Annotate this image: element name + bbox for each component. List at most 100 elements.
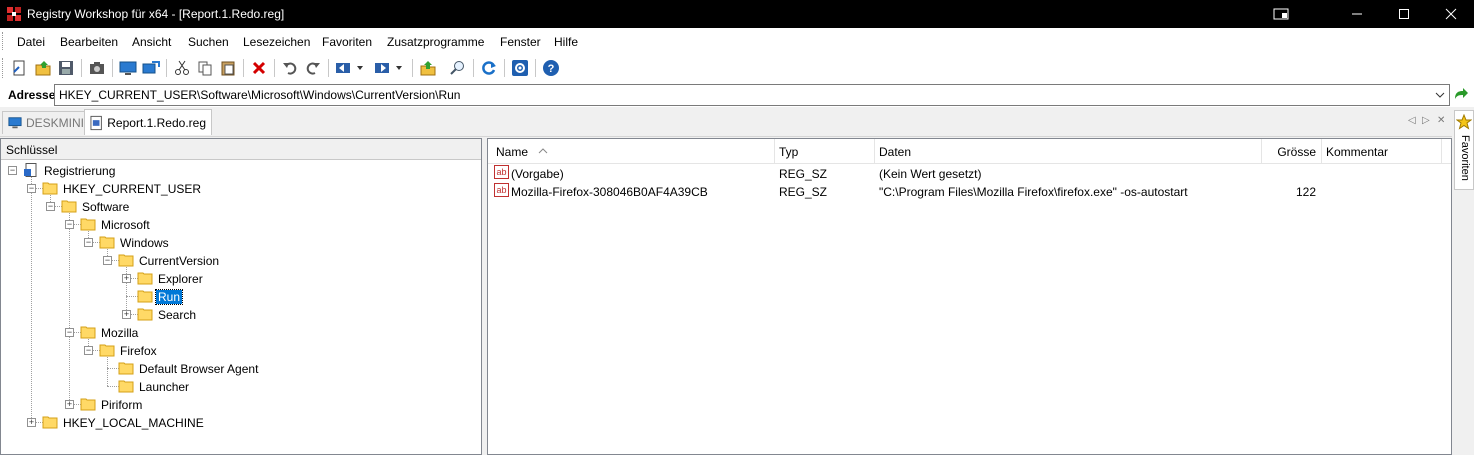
collapse-icon[interactable]: − [84,238,93,247]
tree-node[interactable]: − Firefox [1,342,479,359]
column-type[interactable]: Typ [775,139,875,163]
tree-node-label[interactable]: HKEY_CURRENT_USER [61,182,203,196]
toolbar: ? [0,54,1474,82]
value-data: "C:\Program Files\Mozilla Firefox\firefo… [879,185,1188,199]
snapshot-icon[interactable] [86,57,108,79]
save-icon[interactable] [55,57,77,79]
menu-bearbeiten[interactable]: Bearbeiten [60,35,118,49]
cut-icon[interactable] [171,57,193,79]
toolbar-grip[interactable] [2,58,6,78]
tree-node[interactable]: + Piriform [1,396,479,413]
expand-icon[interactable]: + [122,310,131,319]
tree-node[interactable]: Default Browser Agent [1,360,479,377]
refresh-icon[interactable] [478,57,500,79]
sort-ascending-icon [538,148,548,154]
expand-icon[interactable]: + [27,418,36,427]
tree-node-label[interactable]: Windows [118,236,171,250]
paste-icon[interactable] [217,57,239,79]
tab-scroll-left-icon[interactable]: ◁ [1408,115,1416,126]
address-input[interactable]: HKEY_CURRENT_USER\Software\Microsoft\Win… [54,84,1450,106]
tree-node-label[interactable]: Registrierung [42,164,117,178]
collapse-icon[interactable]: − [46,202,55,211]
menu-hilfe[interactable]: Hilfe [554,35,578,49]
collapse-icon[interactable]: − [84,346,93,355]
maximize-icon[interactable] [1381,0,1427,28]
tree-node[interactable]: − HKEY_CURRENT_USER [1,180,479,197]
column-name[interactable]: Name [488,139,775,163]
tree-node-label[interactable]: Default Browser Agent [137,362,260,376]
tree-node-label[interactable]: Run [154,289,184,305]
undo-icon[interactable] [279,57,301,79]
folder-icon [118,361,134,375]
tab-scroll-right-icon[interactable]: ▷ [1422,115,1430,126]
key-tree[interactable]: − Registrierung − HKEY_CURRENT_USER − Softwar… [1,160,481,454]
table-row[interactable]: ab Mozilla-Firefox-308046B0AF4A39CB REG_… [488,182,1451,200]
expand-icon[interactable]: + [122,274,131,283]
tree-node[interactable]: Launcher [1,378,479,395]
go-arrow-icon[interactable] [1453,86,1469,105]
tree-node[interactable]: + Search [1,306,479,323]
tree-node-label[interactable]: Firefox [118,344,159,358]
find-icon[interactable] [447,57,469,79]
tree-node[interactable]: Run [1,288,479,305]
collapse-icon[interactable]: − [65,220,74,229]
tree-node[interactable]: − Mozilla [1,324,479,341]
menu-zusatzprogramme[interactable]: Zusatzprogramme [387,35,484,49]
tree-node[interactable]: − Microsoft [1,216,479,233]
table-row[interactable]: ab (Vorgabe) REG_SZ (Kein Wert gesetzt) [488,164,1451,182]
menu-suchen[interactable]: Suchen [188,35,229,49]
menu-fenster[interactable]: Fenster [500,35,541,49]
tab-deskmini[interactable]: DESKMINI [2,111,90,134]
collapse-icon[interactable]: − [65,328,74,337]
chevron-down-icon[interactable] [1431,85,1449,105]
tree-node-label[interactable]: Microsoft [99,218,152,232]
tree-node[interactable]: − Software [1,198,479,215]
tree-node[interactable]: − CurrentVersion [1,252,479,269]
copy-icon[interactable] [194,57,216,79]
expand-icon[interactable]: + [65,400,74,409]
tree-node[interactable]: − Windows [1,234,479,251]
collapse-icon[interactable]: − [103,256,112,265]
tree-node-label[interactable]: Explorer [156,272,205,286]
redo-icon[interactable] [302,57,324,79]
delete-icon[interactable] [248,57,270,79]
connect-icon[interactable] [117,57,139,79]
menu-datei[interactable]: Datei [17,35,45,49]
menu-grip[interactable] [2,32,6,50]
address-label: Adresse [8,88,56,102]
tree-node-label[interactable]: Piriform [99,398,144,412]
collapse-icon[interactable]: − [27,184,36,193]
collapse-icon[interactable]: − [8,166,17,175]
column-comment[interactable]: Kommentar [1322,139,1442,163]
options-icon[interactable] [509,57,531,79]
tree-node-label[interactable]: Search [156,308,198,322]
tree-node[interactable]: + HKEY_LOCAL_MACHINE [1,414,479,431]
new-icon[interactable] [8,57,30,79]
tab-report[interactable]: Report.1.Redo.reg [84,109,212,135]
back-icon[interactable] [333,57,369,79]
column-data[interactable]: Daten [875,139,1262,163]
forward-icon[interactable] [372,57,408,79]
restore-icon[interactable] [1258,0,1304,28]
favorites-tab[interactable]: Favoriten [1454,110,1474,190]
open-icon[interactable] [32,57,54,79]
tree-node[interactable]: − Registrierung [1,162,479,179]
tree-node[interactable]: + Explorer [1,270,479,287]
up-icon[interactable] [417,57,439,79]
column-size[interactable]: Grösse [1262,139,1322,163]
menu-favoriten[interactable]: Favoriten [322,35,372,49]
minimize-icon[interactable] [1334,0,1380,28]
tree-node-label[interactable]: Mozilla [99,326,140,340]
tree-node-label[interactable]: Launcher [137,380,191,394]
help-icon[interactable]: ? [540,57,562,79]
tab-close-icon[interactable]: ✕ [1437,115,1445,126]
remote-icon[interactable] [140,57,162,79]
address-value[interactable]: HKEY_CURRENT_USER\Software\Microsoft\Win… [59,88,460,102]
tree-node-label[interactable]: HKEY_LOCAL_MACHINE [61,416,206,430]
address-bar: Adresse HKEY_CURRENT_USER\Software\Micro… [0,82,1474,107]
menu-lesezeichen[interactable]: Lesezeichen [243,35,310,49]
menu-ansicht[interactable]: Ansicht [132,35,171,49]
tree-node-label[interactable]: Software [80,200,131,214]
tree-node-label[interactable]: CurrentVersion [137,254,221,268]
close-icon[interactable] [1428,0,1474,28]
